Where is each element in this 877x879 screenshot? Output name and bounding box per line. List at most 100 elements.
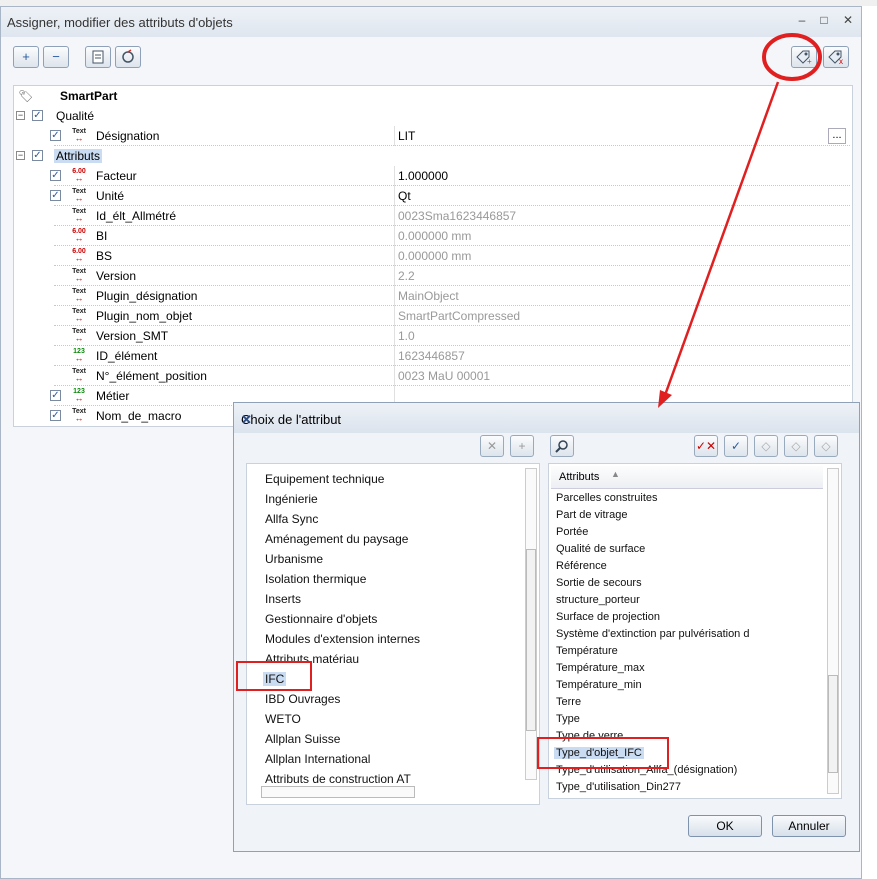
uncheck-all-button[interactable]: ✓✕: [694, 435, 718, 457]
collapse-icon[interactable]: −: [16, 111, 25, 120]
category-scrollbar[interactable]: [525, 468, 537, 780]
list-item[interactable]: Part de vitrage: [556, 509, 628, 521]
checkbox[interactable]: ✓: [50, 410, 61, 421]
tree-root[interactable]: 🏷 SmartPart: [14, 86, 850, 106]
row-value[interactable]: 1.000000: [398, 169, 448, 183]
row-value: 0023 MaU 00001: [398, 369, 491, 383]
list-item[interactable]: Aménagement du paysage: [265, 532, 408, 546]
group-attributs[interactable]: − ✓ Attributs: [14, 146, 850, 166]
tree-row[interactable]: ✓ Text ↔ Unité Qt: [14, 186, 850, 206]
checkbox[interactable]: ✓: [50, 190, 61, 201]
list-item[interactable]: Allplan International: [265, 752, 370, 766]
list-item[interactable]: Référence: [556, 560, 607, 572]
row-value: 2.2: [398, 269, 415, 283]
maximize-button[interactable]: □: [815, 13, 833, 27]
list-item[interactable]: Equipement technique: [265, 472, 384, 486]
column-header-label: Attributs: [559, 471, 600, 483]
tree-row[interactable]: ✓ Text ↔ Désignation LIT ...: [14, 126, 850, 146]
svg-text:+: +: [807, 57, 812, 65]
scrollbar-thumb[interactable]: [828, 675, 838, 773]
list-item[interactable]: Inserts: [265, 592, 301, 606]
add-category-button[interactable]: +: [510, 435, 534, 457]
list-item[interactable]: Sortie de secours: [556, 577, 642, 589]
list-item[interactable]: Allplan Suisse: [265, 732, 340, 746]
search-icon: [555, 440, 568, 453]
attribute-tag-button[interactable]: ◇: [754, 435, 778, 457]
annotation-box-ifc: [236, 661, 312, 691]
ok-button[interactable]: OK: [688, 815, 762, 837]
delete-category-button[interactable]: ✕: [480, 435, 504, 457]
row-label: Unité: [96, 189, 125, 203]
list-item[interactable]: Gestionnaire d'objets: [265, 612, 377, 626]
list-item[interactable]: Urbanisme: [265, 552, 323, 566]
list-item[interactable]: Température: [556, 645, 618, 657]
tree-row[interactable]: 123 ↔ ID_élément 1623446857: [14, 346, 850, 366]
expand-all-button[interactable]: +: [13, 46, 39, 68]
row-value: 0023Sma1623446857: [398, 209, 517, 223]
load-favorites-button[interactable]: [85, 46, 111, 68]
tree-row[interactable]: 6.00 ↔ BS 0.000000 mm: [14, 246, 850, 266]
annotation-box-type-objet: [537, 737, 669, 769]
tree-row[interactable]: Text ↔ Plugin_nom_objet SmartPartCompress…: [14, 306, 850, 326]
checkbox[interactable]: ✓: [32, 150, 43, 161]
tree-row[interactable]: ✓ 6.00 ↔ Facteur 1.000000: [14, 166, 850, 186]
delete-attribute-button[interactable]: x: [823, 46, 849, 68]
cancel-button[interactable]: Annuler: [772, 815, 846, 837]
list-item[interactable]: Qualité de surface: [556, 543, 645, 555]
collapse-all-button[interactable]: −: [43, 46, 69, 68]
row-label: Désignation: [96, 129, 160, 143]
text-type-icon: Text ↔: [72, 368, 86, 383]
list-item[interactable]: Surface de projection: [556, 611, 660, 623]
tree-row[interactable]: 6.00 ↔ BI 0.000000 mm: [14, 226, 850, 246]
tree-row[interactable]: Text ↔ Version_SMT 1.0: [14, 326, 850, 346]
list-item[interactable]: WETO: [265, 712, 301, 726]
list-item[interactable]: Température_min: [556, 679, 642, 691]
attribute-column-header[interactable]: Attributs ▲: [551, 466, 823, 489]
list-item[interactable]: Attributs de construction AT: [265, 772, 411, 786]
list-item[interactable]: structure_porteur: [556, 594, 640, 606]
remove-attribute-button[interactable]: ◇: [814, 435, 838, 457]
tree-row[interactable]: Text ↔ Id_élt_Allmétré 0023Sma1623446857: [14, 206, 850, 226]
collapse-icon[interactable]: −: [16, 151, 25, 160]
scrollbar-thumb[interactable]: [526, 549, 536, 731]
checkbox[interactable]: ✓: [32, 110, 43, 121]
list-item[interactable]: Système d'extinction par pulvérisation d: [556, 628, 749, 640]
close-button[interactable]: ✕: [839, 13, 857, 27]
list-item[interactable]: IBD Ouvrages: [265, 692, 340, 706]
tree-row[interactable]: Text ↔ Plugin_désignation MainObject: [14, 286, 850, 306]
new-attribute-button[interactable]: +: [791, 46, 817, 68]
text-type-icon: Text ↔: [72, 308, 86, 323]
list-item[interactable]: Portée: [556, 526, 588, 538]
search-button[interactable]: [550, 435, 574, 457]
attribute-scrollbar[interactable]: [827, 468, 839, 794]
row-value[interactable]: LIT: [398, 129, 415, 143]
checkbox[interactable]: ✓: [50, 390, 61, 401]
checkbox[interactable]: ✓: [50, 170, 61, 181]
category-hscrollbar[interactable]: [261, 786, 415, 798]
tree-row[interactable]: Text ↔ Version 2.2: [14, 266, 850, 286]
list-item[interactable]: Allfa Sync: [265, 512, 318, 526]
text-type-icon: Text ↔: [72, 208, 86, 223]
list-item[interactable]: Type_d'utilisation_Din277: [556, 781, 681, 793]
save-favorites-icon: [122, 49, 134, 63]
text-type-icon: Text ↔: [72, 188, 86, 203]
list-item[interactable]: Modules d'extension internes: [265, 632, 420, 646]
group-qualite[interactable]: − ✓ Qualité: [14, 106, 850, 126]
list-item[interactable]: Type: [556, 713, 580, 725]
list-item[interactable]: Température_max: [556, 662, 645, 674]
list-item[interactable]: Isolation thermique: [265, 572, 366, 586]
row-value[interactable]: Qt: [398, 189, 411, 203]
save-favorites-button[interactable]: [115, 46, 141, 68]
text-type-icon: Text ↔: [72, 268, 86, 283]
attribute-selection-dialog: Choix de l'attribut ✕ ✕ + ✓✕ ✓ ◇ ◇ ◇ Equ…: [233, 402, 860, 852]
checkbox[interactable]: ✓: [50, 130, 61, 141]
check-button[interactable]: ✓: [724, 435, 748, 457]
browse-button[interactable]: ...: [828, 128, 846, 144]
list-item[interactable]: Terre: [556, 696, 581, 708]
list-item[interactable]: Ingénierie: [265, 492, 318, 506]
minimize-button[interactable]: –: [793, 13, 811, 27]
tree-row[interactable]: Text ↔ N°_élément_position 0023 MaU 00001: [14, 366, 850, 386]
edit-attribute-button[interactable]: ◇: [784, 435, 808, 457]
list-item[interactable]: Parcelles construites: [556, 492, 658, 504]
dialog-close-button[interactable]: ✕: [241, 412, 851, 428]
